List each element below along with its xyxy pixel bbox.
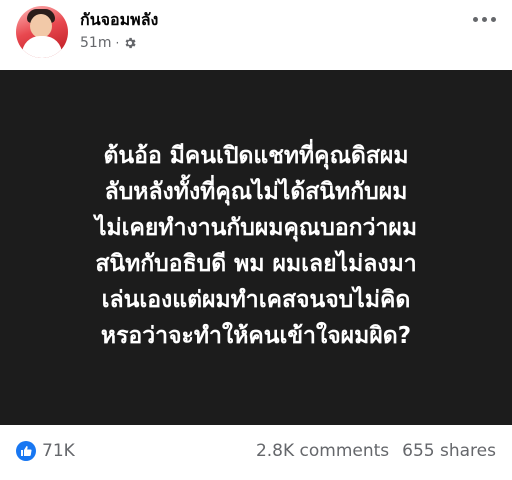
more-dot [490,16,496,22]
post-text-line: ไม่เคยทำงานกับผมคุณบอกว่าผม [94,214,418,241]
comments-count[interactable]: 2.8K comments [256,441,389,461]
post-header: กันจอมพลัง 51m · [0,0,512,70]
reaction-count: 71K [42,441,75,461]
avatar[interactable] [16,6,68,58]
post-text-card[interactable]: ต้นอ้อ มีคนเปิดแชทที่คุณดิสผม ลับหลังทั้… [0,70,512,425]
post-stats: 2.8K comments 655 shares [256,441,496,461]
post-time[interactable]: 51m [80,35,111,51]
post-text-line: สนิทกับอธิบดี พม ผมเลยไม่ลงมา [95,250,417,277]
avatar-face [30,14,52,38]
avatar-body [22,36,62,58]
author-name[interactable]: กันจอมพลัง [80,8,158,33]
reactions[interactable]: 71K [16,441,75,461]
more-dot [472,16,478,22]
like-thumb-icon [16,441,36,461]
post-text: ต้นอ้อ มีคนเปิดแชทที่คุณดิสผม ลับหลังทั้… [16,138,496,354]
post-text-line: ลับหลังทั้งที่คุณไม่ได้สนิทกับผม [104,178,408,205]
more-options-button[interactable] [468,6,500,32]
post-footer: 71K 2.8K comments 655 shares [0,425,512,480]
shares-count[interactable]: 655 shares [402,441,496,461]
post-text-line: เล่นเองแต่ผมทำเคสจนจบไม่คิด [101,286,411,313]
meta-separator: · [115,36,120,50]
post-meta: 51m · [80,35,137,51]
more-dot [481,16,487,22]
settings-gear-icon[interactable] [123,36,137,50]
post-text-line: ต้นอ้อ มีคนเปิดแชทที่คุณดิสผม [103,142,409,169]
post-text-line: หรอว่าจะทำให้คนเข้าใจผมผิด? [100,322,412,349]
